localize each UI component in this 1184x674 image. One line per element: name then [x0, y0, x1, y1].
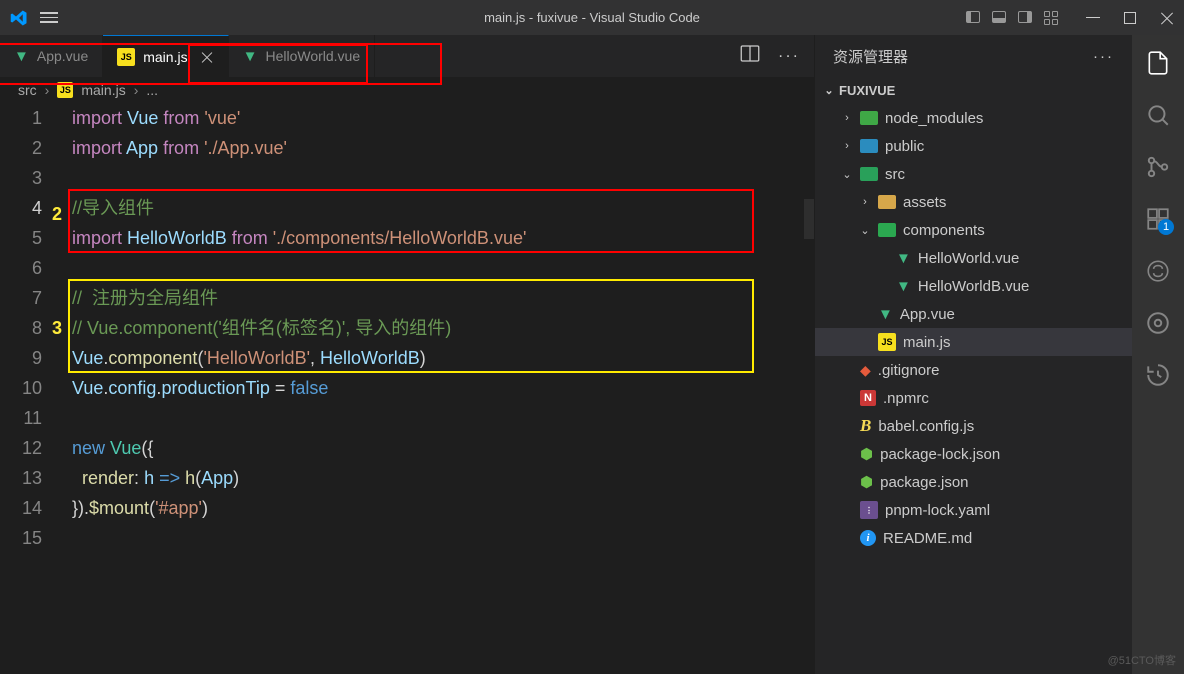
tree-app-vue[interactable]: ▼App.vue	[815, 300, 1132, 328]
maximize-button[interactable]	[1124, 12, 1136, 24]
explorer-panel: 资源管理器 ··· ⌄FUXIVUE ›node_modules ›public…	[814, 35, 1132, 674]
tab-main-js[interactable]: JS main.js	[103, 35, 228, 77]
close-window-button[interactable]	[1160, 11, 1174, 25]
tree-npmrc[interactable]: N.npmrc	[815, 384, 1132, 412]
source-control-activity-icon[interactable]	[1144, 153, 1172, 181]
more-actions-icon[interactable]: ···	[778, 47, 800, 65]
copilot-activity-icon[interactable]	[1144, 257, 1172, 285]
breadcrumb[interactable]: src › JS main.js › ...	[0, 77, 814, 103]
folder-icon	[860, 139, 878, 153]
tab-label: main.js	[143, 49, 187, 65]
tree-assets[interactable]: ›assets	[815, 188, 1132, 216]
remote-activity-icon[interactable]	[1144, 309, 1172, 337]
title-bar: main.js - fuxivue - Visual Studio Code	[0, 0, 1184, 35]
tab-bar: ▼ App.vue JS main.js ▼ HelloWorld.vue ··…	[0, 35, 814, 77]
explorer-more-icon[interactable]: ···	[1093, 48, 1114, 65]
tree-gitignore[interactable]: ◆.gitignore	[815, 356, 1132, 384]
js-icon: JS	[57, 82, 73, 98]
extensions-activity-icon[interactable]: 1	[1144, 205, 1172, 233]
tree-main-js[interactable]: JSmain.js	[815, 328, 1132, 356]
folder-icon	[860, 167, 878, 181]
code-content[interactable]: import Vue from 'vue' import App from '.…	[72, 103, 814, 553]
tree-helloworldb[interactable]: ▼HelloWorldB.vue	[815, 272, 1132, 300]
explorer-root[interactable]: ⌄FUXIVUE	[815, 77, 1132, 104]
close-tab-icon[interactable]	[200, 50, 214, 64]
customize-layout-icon[interactable]	[1044, 11, 1058, 25]
file-tree: ›node_modules ›public ⌄src ›assets ⌄comp…	[815, 104, 1132, 562]
json-icon: ⬢	[860, 445, 873, 463]
timeline-activity-icon[interactable]	[1144, 361, 1172, 389]
info-icon: i	[860, 530, 876, 546]
activity-bar: 1	[1132, 35, 1184, 674]
tab-label: HelloWorld.vue	[265, 48, 360, 64]
folder-icon	[878, 223, 896, 237]
editor-group: ▼ App.vue JS main.js ▼ HelloWorld.vue ··…	[0, 35, 814, 674]
tab-app-vue[interactable]: ▼ App.vue	[0, 35, 103, 77]
yaml-icon: ⋮	[860, 501, 878, 519]
tree-public[interactable]: ›public	[815, 132, 1132, 160]
tree-helloworld[interactable]: ▼HelloWorld.vue	[815, 244, 1132, 272]
js-icon: JS	[117, 48, 135, 66]
tab-label: App.vue	[37, 48, 88, 64]
search-activity-icon[interactable]	[1144, 101, 1172, 129]
tree-node-modules[interactable]: ›node_modules	[815, 104, 1132, 132]
tree-components[interactable]: ⌄components	[815, 216, 1132, 244]
hamburger-menu-icon[interactable]	[40, 9, 58, 27]
tree-packagelock[interactable]: ⬢package-lock.json	[815, 440, 1132, 468]
breadcrumb-more[interactable]: ...	[146, 82, 158, 98]
vue-icon: ▼	[896, 250, 911, 267]
tab-helloworld-vue[interactable]: ▼ HelloWorld.vue	[229, 35, 376, 77]
code-editor[interactable]: 123456789101112131415 import Vue from 'v…	[0, 103, 814, 553]
folder-icon	[860, 111, 878, 125]
tree-package[interactable]: ⬢package.json	[815, 468, 1132, 496]
minimize-button[interactable]	[1086, 17, 1100, 18]
vue-icon: ▼	[896, 278, 911, 295]
vscode-logo-icon	[10, 9, 28, 27]
json-icon: ⬢	[860, 473, 873, 491]
vue-icon: ▼	[243, 48, 258, 65]
vue-icon: ▼	[14, 48, 29, 65]
layout-icons	[966, 11, 1058, 25]
vue-icon: ▼	[878, 306, 893, 323]
annotation-number-3: 3	[52, 313, 62, 343]
toggle-bottom-panel-icon[interactable]	[992, 11, 1006, 23]
minimap-scrollbar[interactable]	[804, 199, 814, 239]
explorer-title: 资源管理器	[833, 46, 908, 67]
tree-pnpm[interactable]: ⋮pnpm-lock.yaml	[815, 496, 1132, 524]
babel-icon: B	[860, 416, 871, 436]
extensions-badge: 1	[1158, 219, 1174, 235]
annotation-number-2: 2	[52, 199, 62, 229]
breadcrumb-file[interactable]: main.js	[81, 82, 125, 98]
split-editor-icon[interactable]	[740, 44, 760, 69]
tree-babel[interactable]: Bbabel.config.js	[815, 412, 1132, 440]
tree-src[interactable]: ⌄src	[815, 160, 1132, 188]
toggle-left-panel-icon[interactable]	[966, 11, 980, 23]
watermark: @51CTO博客	[1108, 652, 1176, 668]
js-icon: JS	[878, 333, 896, 351]
folder-icon	[878, 195, 896, 209]
toggle-right-panel-icon[interactable]	[1018, 11, 1032, 23]
explorer-activity-icon[interactable]	[1144, 49, 1172, 77]
git-icon: ◆	[860, 362, 871, 379]
breadcrumb-src[interactable]: src	[18, 82, 37, 98]
npm-icon: N	[860, 390, 876, 406]
tree-readme[interactable]: iREADME.md	[815, 524, 1132, 552]
window-title: main.js - fuxivue - Visual Studio Code	[484, 10, 700, 25]
